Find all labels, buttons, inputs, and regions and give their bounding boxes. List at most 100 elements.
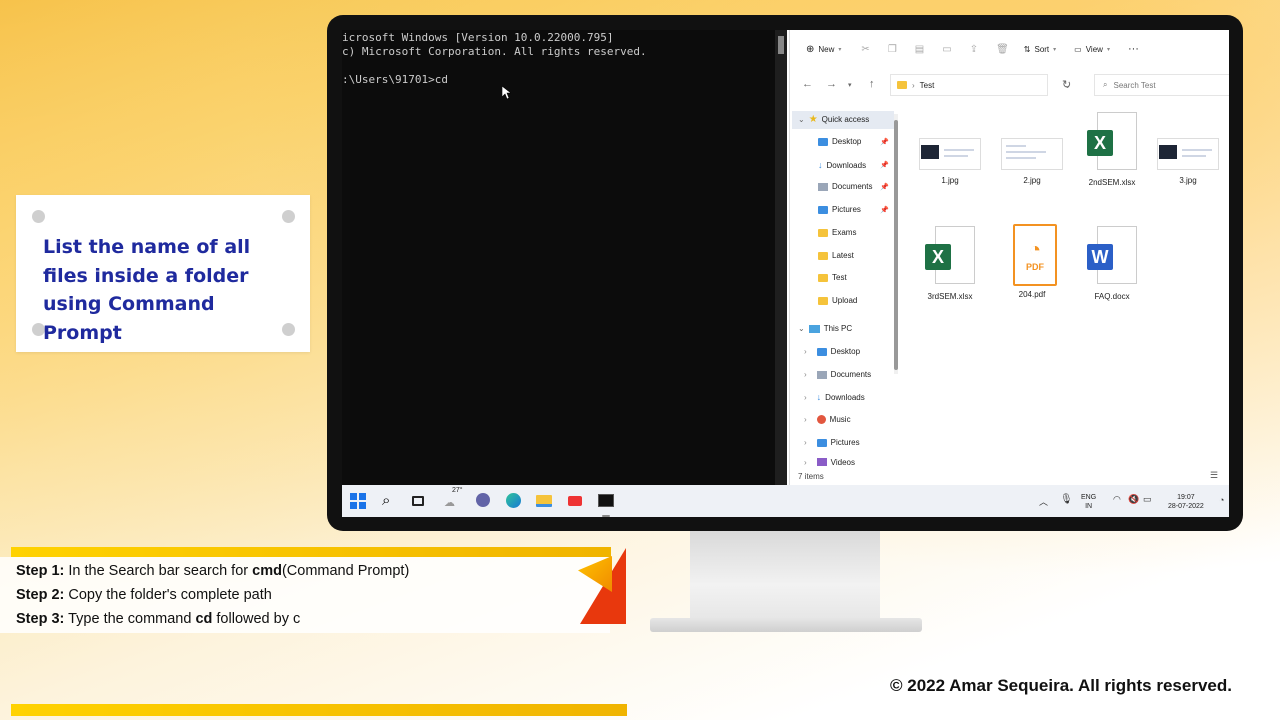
file-item[interactable]: X 3rdSEM.xlsx: [910, 226, 990, 301]
cmd-scrollbar[interactable]: [775, 30, 787, 485]
step-text: In the Search bar search for: [64, 563, 253, 579]
share-icon[interactable]: ⇪: [970, 44, 978, 55]
wifi-icon[interactable]: ◠: [1113, 494, 1121, 505]
file-name: 3.jpg: [1179, 176, 1197, 185]
refresh-icon[interactable]: ↻: [1062, 78, 1071, 91]
search-icon[interactable]: ⌕: [382, 493, 398, 509]
cmd-line: c) Microsoft Corporation. All rights res…: [342, 45, 647, 58]
new-button[interactable]: ⊕ New ▾: [806, 44, 841, 55]
pin-icon: 📌: [880, 206, 889, 214]
chevron-down-icon: ⌄: [798, 115, 805, 124]
terminal-icon[interactable]: [598, 493, 618, 517]
delete-icon[interactable]: 🗑: [996, 44, 1009, 55]
sidebar-item-pc-desktop[interactable]: › Desktop: [804, 347, 860, 356]
mouse-cursor-icon: [502, 86, 511, 100]
sidebar-item-this-pc[interactable]: ⌄ This PC: [798, 324, 852, 333]
videos-icon: [816, 458, 827, 466]
details-view-icon[interactable]: ☰: [1210, 470, 1218, 481]
video-camera-icon[interactable]: [568, 493, 584, 509]
notification-icon[interactable]: ◔: [1219, 495, 1224, 505]
address-field[interactable]: › Test ⌄: [890, 74, 1071, 96]
battery-icon[interactable]: ▭: [1143, 494, 1152, 505]
chevron-up-icon[interactable]: ︿: [1039, 495, 1048, 508]
navigation-scrollbar[interactable]: [894, 114, 898, 374]
sort-button[interactable]: ⇅ Sort ▾: [1024, 45, 1056, 54]
excel-file-icon: X: [925, 226, 975, 288]
copy-icon[interactable]: ❐: [888, 44, 897, 55]
forward-arrow-icon[interactable]: →: [826, 78, 837, 90]
download-icon: ↓: [816, 392, 822, 402]
teams-chat-icon[interactable]: [476, 493, 492, 509]
documents-icon: [818, 182, 828, 191]
file-item[interactable]: W FAQ.docx: [1072, 226, 1152, 301]
step-2: Step 2: Copy the folder's complete path: [16, 587, 272, 603]
command-prompt-window[interactable]: icrosoft Windows [Version 10.0.22000.795…: [342, 30, 775, 485]
file-item[interactable]: ◔ PDF 204.pdf: [992, 224, 1072, 299]
language-indicator[interactable]: ENG IN: [1081, 493, 1096, 511]
more-options-button[interactable]: ···: [1128, 43, 1139, 55]
sidebar-item-test[interactable]: Test: [818, 273, 847, 282]
up-arrow-icon[interactable]: ↑: [869, 78, 875, 90]
file-item[interactable]: X 2ndSEM.xlsx: [1072, 112, 1152, 187]
sidebar-item-pictures[interactable]: Pictures 📌: [818, 205, 889, 214]
clock-time: 19:07: [1177, 494, 1195, 501]
monitor-stand-base: [650, 618, 922, 632]
sidebar-item-pc-documents[interactable]: › Documents: [804, 370, 871, 379]
address-bar-row: ← → ▾ ↑ › Test ⌄ ↻ ⌕ Search Test: [790, 72, 1229, 98]
address-path: Test: [919, 80, 935, 90]
edge-browser-icon[interactable]: [506, 493, 522, 509]
windows-start-icon[interactable]: [350, 493, 366, 509]
folder-icon: [818, 228, 828, 237]
microphone-icon[interactable]: 🎙: [1060, 494, 1073, 505]
lesson-title: List the name of all files inside a fold…: [43, 236, 251, 344]
weather-widget[interactable]: 27° ☁: [444, 487, 466, 509]
sidebar-item-latest[interactable]: Latest: [818, 251, 854, 260]
language-code: ENG: [1081, 494, 1097, 501]
sidebar-item-exams[interactable]: Exams: [818, 228, 856, 237]
chevron-right-icon: ›: [804, 392, 807, 402]
sidebar-item-pc-music[interactable]: › Music: [804, 415, 851, 424]
rename-icon[interactable]: ▭: [942, 44, 951, 55]
desktop-icon: [816, 347, 827, 356]
file-name: 2.jpg: [1023, 176, 1041, 185]
cmd-line: [342, 59, 775, 73]
sidebar-item-upload[interactable]: Upload: [818, 296, 857, 305]
pictures-icon: [818, 205, 828, 214]
cut-icon[interactable]: ✂: [861, 44, 869, 55]
sidebar-item-desktop[interactable]: Desktop 📌: [818, 137, 889, 146]
file-item[interactable]: 1.jpg: [910, 138, 990, 185]
file-item[interactable]: 2.jpg: [992, 138, 1072, 185]
image-thumbnail: [1157, 138, 1219, 170]
search-input[interactable]: ⌕ Search Test: [1094, 74, 1229, 96]
sidebar-item-downloads[interactable]: ↓ Downloads 📌: [818, 160, 889, 170]
file-explorer-icon[interactable]: [536, 493, 552, 509]
clock[interactable]: 19:07 28-07-2022: [1168, 493, 1204, 511]
region-code: IN: [1085, 503, 1093, 510]
excel-file-icon: X: [1087, 112, 1137, 174]
search-placeholder: Search Test: [1113, 80, 1156, 90]
volume-muted-icon[interactable]: 🔇: [1128, 494, 1139, 505]
back-arrow-icon[interactable]: ←: [802, 78, 813, 90]
chevron-right-icon: ›: [804, 415, 807, 424]
cmd-input-line[interactable]: :\Users\91701>cd: [342, 73, 775, 87]
sidebar-item-quick-access[interactable]: ⌄ ★ Quick access: [798, 114, 869, 125]
cmd-scrollbar-thumb[interactable]: [778, 36, 784, 54]
clock-date: 28-07-2022: [1168, 503, 1204, 510]
sidebar-item-documents[interactable]: Documents 📌: [818, 182, 889, 191]
recent-locations-icon[interactable]: ▾: [848, 81, 852, 89]
sidebar-item-pc-downloads[interactable]: › ↓ Downloads: [804, 392, 865, 402]
navigation-scrollbar-thumb[interactable]: [894, 120, 898, 370]
sidebar-label: Downloads: [825, 392, 865, 402]
chevron-down-icon: ▾: [1053, 46, 1057, 53]
sidebar-item-pc-pictures[interactable]: › Pictures: [804, 438, 860, 447]
view-button-label: View: [1085, 44, 1103, 54]
sidebar-item-pc-videos[interactable]: › Videos: [804, 458, 855, 466]
view-button[interactable]: ▭ View ▾: [1074, 45, 1110, 54]
file-name: 3rdSEM.xlsx: [927, 292, 973, 301]
paste-icon[interactable]: ▤: [915, 44, 924, 55]
task-view-icon[interactable]: [412, 493, 428, 509]
plus-circle-icon: ⊕: [806, 43, 815, 55]
word-file-icon: W: [1087, 226, 1137, 288]
file-item[interactable]: 3.jpg: [1148, 138, 1228, 185]
pin-icon: 📌: [880, 183, 889, 191]
